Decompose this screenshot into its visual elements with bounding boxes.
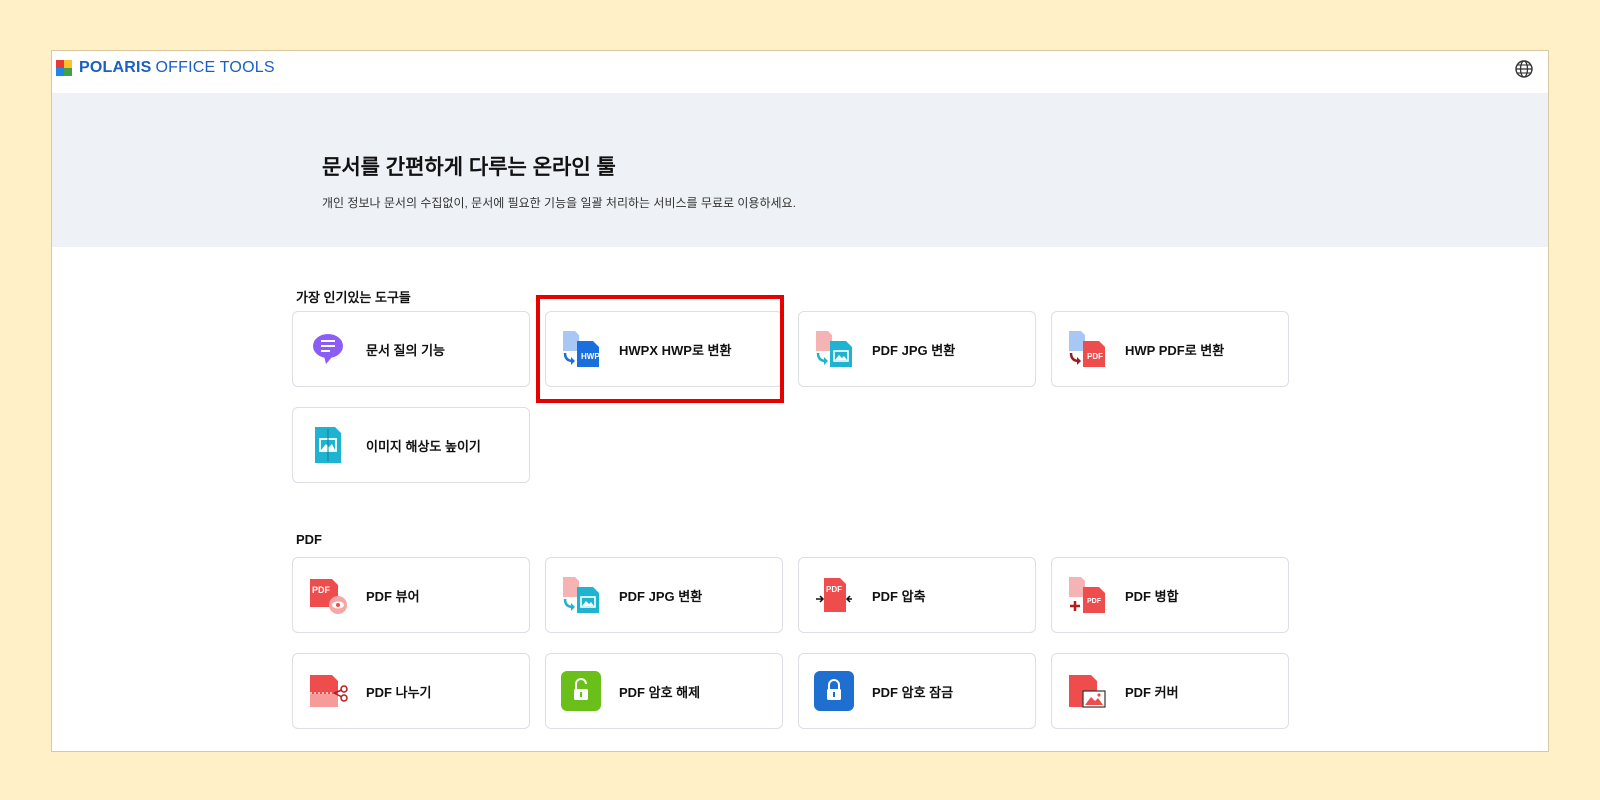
tool-card-hwp-to-pdf[interactable]: PDF HWP PDF로 변환	[1051, 311, 1289, 387]
pdf-icon-text: PDF	[826, 585, 842, 594]
pdf-merge-icon: PDF	[1067, 575, 1107, 615]
pdf-viewer-icon: PDF	[308, 575, 348, 615]
logo-brand: POLARIS	[79, 59, 152, 76]
tool-card-label: PDF 나누기	[366, 684, 432, 700]
hwp-to-pdf-icon: PDF	[1067, 329, 1107, 369]
tool-card-pdf-viewer[interactable]: PDF PDF 뷰어	[292, 557, 530, 633]
tool-card-pdf-merge[interactable]: PDF PDF 병합	[1051, 557, 1289, 633]
tool-card-document-qa[interactable]: 문서 질의 기능	[292, 311, 530, 387]
tool-card-pdf-cover[interactable]: PDF 커버	[1051, 653, 1289, 729]
tool-card-label: PDF JPG 변환	[619, 588, 703, 604]
tool-card-pdf-to-jpg[interactable]: PDF JPG 변환	[545, 557, 783, 633]
browser-window: POLARIS OFFICE TOOLS 문서를 간편하게 다루는 온라인 툴 …	[51, 50, 1549, 752]
tool-card-label: PDF 암호 잠금	[872, 684, 954, 700]
tool-card-label: PDF 뷰어	[366, 588, 420, 604]
tool-card-pdf-lock[interactable]: PDF 암호 잠금	[798, 653, 1036, 729]
tool-card-pdf-unlock[interactable]: PDF 암호 해제	[545, 653, 783, 729]
unlock-icon	[561, 671, 601, 711]
pdf-icon-text: PDF	[1087, 352, 1103, 361]
image-upscale-icon	[308, 425, 348, 465]
polaris-logo[interactable]: POLARIS OFFICE TOOLS	[56, 59, 275, 77]
tool-card-image-upscale[interactable]: 이미지 해상도 높이기	[292, 407, 530, 483]
tool-card-label: PDF 병합	[1125, 588, 1179, 604]
pdf-split-icon	[308, 671, 348, 711]
hero-subtitle: 개인 정보나 문서의 수집없이, 문서에 필요한 기능을 일괄 처리하는 서비스…	[322, 196, 796, 210]
pdf-icon-text: PDF	[1087, 598, 1102, 605]
hwpx-to-hwp-icon: HWP	[561, 329, 601, 369]
pdf-to-jpg-icon	[814, 329, 854, 369]
tool-card-pdf-split[interactable]: PDF 나누기	[292, 653, 530, 729]
globe-icon[interactable]	[1514, 59, 1534, 79]
hwp-icon-text: HWP	[581, 352, 600, 361]
pdf-to-jpg-icon	[561, 575, 601, 615]
tool-card-pdf-to-jpg[interactable]: PDF JPG 변환	[798, 311, 1036, 387]
tool-card-label: PDF 커버	[1125, 684, 1179, 700]
tool-card-label: PDF JPG 변환	[872, 342, 956, 358]
tool-card-label: 문서 질의 기능	[366, 342, 445, 358]
tool-card-label: HWPX HWP로 변환	[619, 342, 732, 358]
pdf-icon-text: PDF	[312, 585, 331, 595]
tool-card-label: 이미지 해상도 높이기	[366, 438, 481, 454]
hero-title: 문서를 간편하게 다루는 온라인 툴	[322, 156, 616, 179]
popular-section-title: 가장 인기있는 도구들	[296, 290, 411, 305]
pdf-cover-icon	[1067, 671, 1107, 711]
lock-icon	[814, 671, 854, 711]
tool-card-hwpx-to-hwp[interactable]: HWP HWPX HWP로 변환	[545, 311, 783, 387]
pdf-section-title: PDF	[296, 532, 322, 547]
hero-banner: 문서를 간편하게 다루는 온라인 툴 개인 정보나 문서의 수집없이, 문서에 …	[52, 93, 1548, 247]
pdf-compress-icon: PDF	[814, 575, 854, 615]
chat-bubble-icon	[308, 329, 348, 369]
top-bar: POLARIS OFFICE TOOLS	[52, 51, 1548, 93]
logo-subtitle: OFFICE TOOLS	[155, 59, 275, 76]
tool-card-pdf-compress[interactable]: PDF PDF 압축	[798, 557, 1036, 633]
tool-card-label: PDF 압축	[872, 588, 926, 604]
tool-card-label: PDF 암호 해제	[619, 684, 701, 700]
tool-card-label: HWP PDF로 변환	[1125, 342, 1225, 358]
logo-mark-icon	[56, 60, 72, 76]
